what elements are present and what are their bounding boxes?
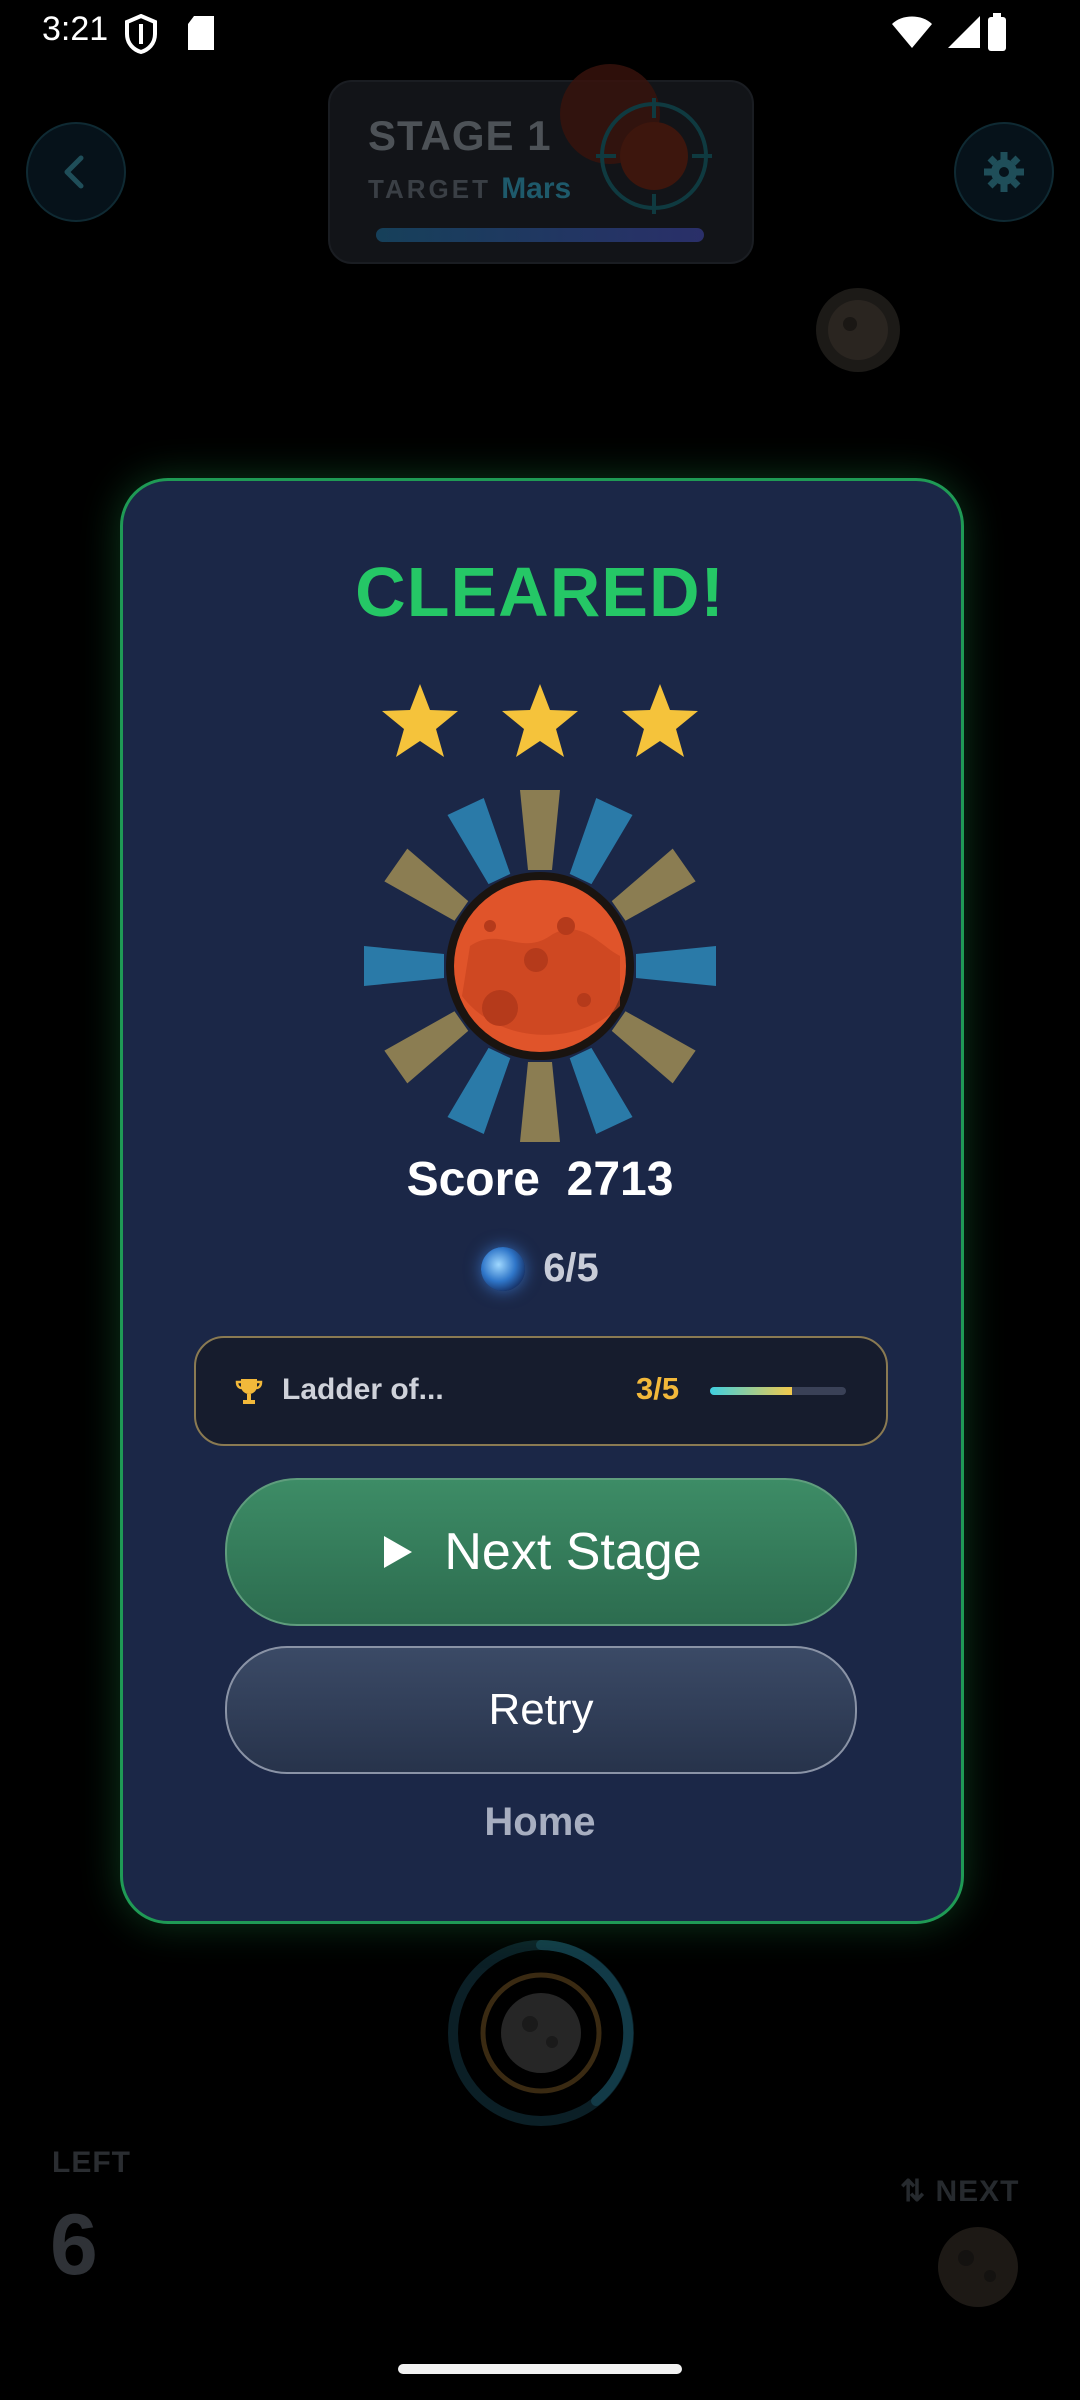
target-line: TARGET Mars	[368, 172, 571, 206]
next-stage-label: Next Stage	[444, 1523, 702, 1581]
play-icon	[384, 1536, 413, 1568]
score-value: 2713	[566, 1153, 674, 1206]
star-icon	[502, 684, 578, 757]
challenge-count: 3/5	[636, 1371, 680, 1406]
back-button[interactable]	[26, 122, 126, 222]
asteroid-icon	[816, 288, 900, 372]
retry-button[interactable]: Retry	[225, 1646, 857, 1774]
settings-button[interactable]	[954, 122, 1054, 222]
sd-card-icon	[188, 16, 214, 50]
shots-left-label: LEFT	[52, 2146, 131, 2179]
orb-count: 6/5	[543, 1246, 599, 1290]
trophy-icon	[235, 1379, 263, 1404]
star-icon	[622, 684, 698, 757]
launcher-icon[interactable]	[446, 1938, 636, 2128]
next-asteroid-icon	[938, 2227, 1018, 2307]
cleared-title: CLEARED!	[355, 553, 725, 631]
score-line: Score 2713	[0, 1152, 1080, 1207]
stage-title: STAGE 1	[368, 112, 552, 159]
challenge-progress-bar	[710, 1387, 846, 1395]
orb-icon	[481, 1246, 526, 1291]
orb-counter: 6/5	[0, 1246, 1080, 1291]
shots-left-value: 6	[50, 2197, 98, 2293]
retry-label: Retry	[488, 1685, 594, 1734]
home-indicator[interactable]	[398, 2364, 682, 2374]
stage-progress-bar	[376, 228, 704, 242]
shield-icon	[125, 14, 157, 54]
next-label: ⇅ NEXT	[900, 2175, 1020, 2208]
next-stage-button[interactable]: Next Stage	[225, 1478, 857, 1626]
battery-icon	[988, 13, 1006, 51]
challenge-name: Ladder of...	[282, 1373, 444, 1406]
wifi-icon	[892, 16, 932, 48]
score-label: Score	[406, 1153, 540, 1206]
back-arrow-icon	[64, 155, 84, 189]
target-crosshair-icon	[560, 64, 712, 214]
mars-planet-icon	[364, 790, 716, 1142]
status-time: 3:21	[42, 10, 109, 48]
signal-icon	[948, 16, 980, 48]
gear-icon	[984, 152, 1024, 192]
status-bar: 3:21	[0, 0, 1080, 70]
home-link[interactable]: Home	[0, 1800, 1080, 1845]
target-label: TARGET	[368, 174, 491, 204]
star-icon	[382, 684, 458, 757]
challenge-progress-fill	[710, 1387, 792, 1395]
